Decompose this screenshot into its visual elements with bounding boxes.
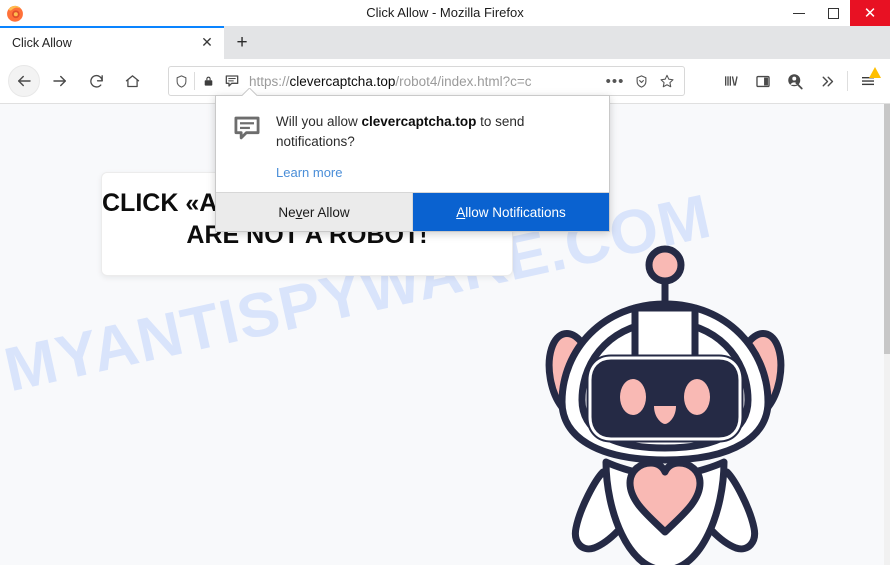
minimize-button[interactable] <box>782 0 816 26</box>
chevron-double-right-icon <box>822 76 833 86</box>
reload-button[interactable] <box>80 65 112 97</box>
doorhanger-body: Will you allow clevercaptcha.top to send… <box>216 96 609 192</box>
minimize-icon <box>793 12 805 14</box>
close-button[interactable]: ✕ <box>850 0 890 26</box>
title-bar: Click Allow - Mozilla Firefox ✕ <box>0 0 890 27</box>
shield-icon <box>176 74 186 88</box>
app-menu-button[interactable] <box>852 65 884 97</box>
speech-bubble-icon <box>225 75 239 87</box>
url-actions: ••• <box>602 73 684 90</box>
page-actions-button[interactable]: ••• <box>602 73 628 90</box>
url-path: /robot4/index.html?c=c <box>395 73 532 89</box>
scrollbar-thumb[interactable] <box>884 104 890 354</box>
account-button[interactable] <box>779 65 811 97</box>
url-scheme: https:// <box>249 73 290 89</box>
tab-strip: Click Allow ✕ + <box>0 26 890 59</box>
arrow-left-icon <box>18 75 31 87</box>
tab-title: Click Allow <box>12 35 72 50</box>
account-circle-icon <box>788 74 803 90</box>
new-tab-button[interactable]: + <box>224 26 260 59</box>
robot-eye-left <box>620 379 646 415</box>
message-prefix: Will you allow <box>276 114 362 129</box>
robot-eye-right <box>684 379 710 415</box>
doorhanger-icon-wrap <box>232 112 266 180</box>
star-icon <box>660 74 674 88</box>
pocket-icon <box>636 74 646 88</box>
url-host: clevercaptcha.top <box>289 73 396 89</box>
bookmark-button[interactable] <box>654 73 680 89</box>
library-button[interactable] <box>715 65 747 97</box>
home-icon <box>125 74 139 87</box>
window-controls: ✕ <box>782 0 890 26</box>
library-icon <box>725 76 738 86</box>
never-allow-label-a: Ne <box>278 204 296 220</box>
overflow-button[interactable] <box>811 65 843 97</box>
reload-icon <box>89 74 103 88</box>
allow-notifications-button[interactable]: Allow Notifications <box>413 193 609 232</box>
sidebar-icon <box>756 75 770 87</box>
learn-more-link[interactable]: Learn more <box>276 165 593 180</box>
doorhanger-arrow <box>242 88 258 96</box>
arrow-right-icon <box>53 75 66 87</box>
doorhanger-texts: Will you allow clevercaptcha.top to send… <box>266 112 593 180</box>
lock-icon[interactable] <box>196 74 220 88</box>
toolbar-right-actions <box>715 65 890 97</box>
tab-click-allow[interactable]: Click Allow ✕ <box>0 26 224 59</box>
never-allow-accesskey: v <box>295 204 303 220</box>
page-scrollbar[interactable] <box>884 104 890 565</box>
allow-accesskey: A <box>456 204 466 220</box>
padlock-icon <box>204 76 212 86</box>
pocket-save-button[interactable] <box>628 74 654 89</box>
url-divider <box>194 72 195 90</box>
notification-speech-bubble-icon <box>234 116 260 140</box>
maximize-button[interactable] <box>816 0 850 26</box>
maximize-icon <box>827 7 839 19</box>
tab-close-icon[interactable]: ✕ <box>194 30 220 56</box>
update-warning-badge-icon <box>869 67 881 78</box>
browser-window: Click Allow - Mozilla Firefox ✕ Click Al… <box>0 0 890 565</box>
message-host: clevercaptcha.top <box>361 114 477 129</box>
never-allow-button[interactable]: Ne v er Allow <box>216 193 413 232</box>
sidebar-button[interactable] <box>747 65 779 97</box>
forward-button[interactable] <box>44 65 76 97</box>
robot-mascot-illustration <box>545 245 785 565</box>
notification-permission-doorhanger: Will you allow clevercaptcha.top to send… <box>215 95 610 233</box>
allow-label: llow Notifications <box>465 204 566 220</box>
home-button[interactable] <box>116 65 148 97</box>
url-text: https://clevercaptcha.top/robot4/index.h… <box>244 74 602 89</box>
toolbar-divider <box>847 71 848 91</box>
notification-permission-icon[interactable] <box>220 73 244 89</box>
doorhanger-message: Will you allow clevercaptcha.top to send… <box>276 112 593 151</box>
tracking-protection-icon[interactable] <box>169 74 193 89</box>
window-title: Click Allow - Mozilla Firefox <box>366 5 524 20</box>
never-allow-label-b: er Allow <box>302 204 350 220</box>
doorhanger-buttons: Ne v er Allow Allow Notifications <box>216 192 609 232</box>
back-button[interactable] <box>8 65 40 97</box>
